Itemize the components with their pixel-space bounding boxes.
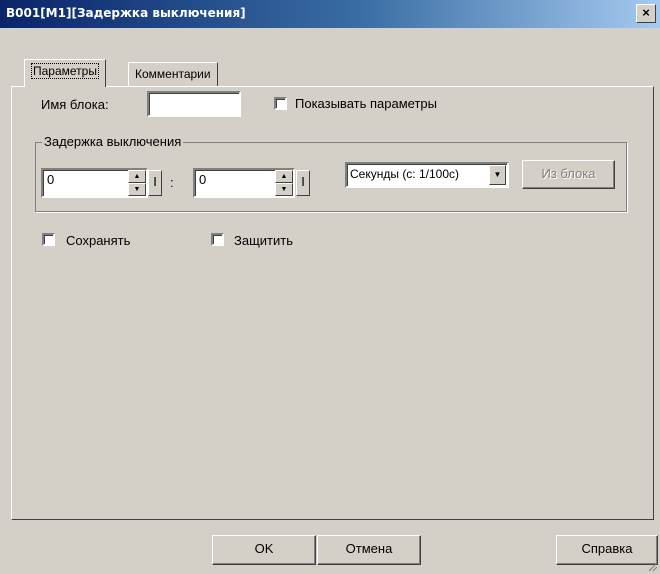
retain-checkbox[interactable] [42,233,55,246]
retain-label: Сохранять [66,233,131,248]
time-units-select[interactable]: Секунды (с: 1/100с) ▼ [345,162,509,188]
delay-value-2-spinner[interactable]: ▲ ▼ [275,170,293,196]
time-separator: : [170,175,174,190]
spin-up-icon[interactable]: ▲ [275,170,293,183]
delay-value-1-spinner[interactable]: ▲ ▼ [128,170,146,196]
spin-down-icon[interactable]: ▼ [128,183,146,196]
panel-content: Имя блока: Показывать параметры Задержка… [0,0,660,574]
block-name-label: Имя блока: [41,97,109,112]
protect-checkbox[interactable] [211,233,224,246]
show-params-label: Показывать параметры [295,96,437,111]
block-name-input[interactable] [147,91,241,117]
delay-value-2-i-button[interactable]: I [296,170,310,196]
spin-up-icon[interactable]: ▲ [128,170,146,183]
protect-label: Защитить [234,233,293,248]
from-block-button[interactable]: Из блока [522,160,615,189]
show-params-checkbox[interactable] [274,97,287,110]
dropdown-arrow-icon[interactable]: ▼ [489,165,506,185]
delay-value-2: 0 [199,172,207,187]
delay-value-1-i-button[interactable]: I [148,170,162,196]
delay-value-1: 0 [47,172,55,187]
spin-down-icon[interactable]: ▼ [275,183,293,196]
time-units-value: Секунды (с: 1/100с) [350,167,460,181]
off-delay-legend: Задержка выключения [42,134,184,149]
